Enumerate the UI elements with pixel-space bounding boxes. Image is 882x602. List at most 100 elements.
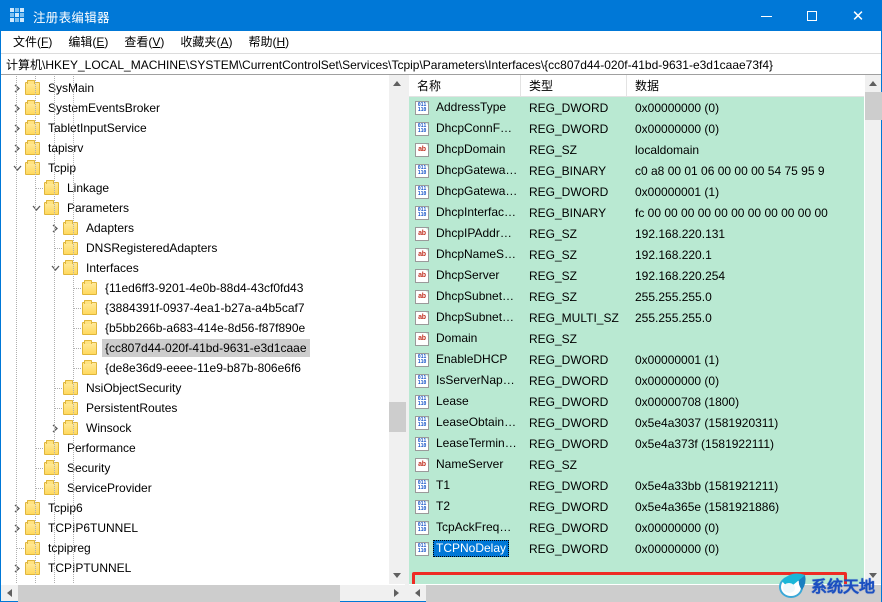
minimize-button[interactable] bbox=[743, 1, 789, 31]
tree-item[interactable]: Tcpip6 bbox=[1, 498, 388, 518]
value-name-label: DhcpDomain bbox=[433, 141, 508, 158]
tree-scroll-up-icon[interactable] bbox=[389, 75, 405, 92]
tree-guide-stub bbox=[74, 308, 82, 309]
value-row[interactable]: abDhcpSubnetM...REG_MULTI_SZ255.255.255.… bbox=[409, 307, 864, 328]
column-header-type[interactable]: 类型 bbox=[521, 75, 627, 96]
tree-item[interactable]: {cc807d44-020f-41bd-9631-e3d1caae bbox=[1, 338, 388, 358]
value-row[interactable]: 011110DhcpConnForc...REG_DWORD0x00000000… bbox=[409, 118, 864, 139]
value-row[interactable]: 011110AddressTypeREG_DWORD0x00000000 (0) bbox=[409, 97, 864, 118]
value-row[interactable]: 011110T1REG_DWORD0x5e4a33bb (1581921211) bbox=[409, 475, 864, 496]
chevron-right-icon[interactable] bbox=[47, 218, 63, 238]
list-scroll-up-icon[interactable] bbox=[865, 75, 881, 92]
value-type-cell: REG_DWORD bbox=[521, 416, 627, 430]
menu-item-file[interactable]: 文件(F) bbox=[5, 31, 60, 52]
tree-vertical-scrollbar[interactable] bbox=[388, 75, 405, 584]
tree-item[interactable]: TabletInputService bbox=[1, 118, 388, 138]
list-scroll-track[interactable] bbox=[865, 92, 881, 567]
value-row[interactable]: 011110LeaseObtained...REG_DWORD0x5e4a303… bbox=[409, 412, 864, 433]
value-row[interactable]: 011110DhcpGateway...REG_BINARYc0 a8 00 0… bbox=[409, 160, 864, 181]
registry-tree[interactable]: SysMainSystemEventsBrokerTabletInputServ… bbox=[1, 75, 388, 584]
tree-hscroll-track[interactable] bbox=[18, 585, 388, 601]
value-row[interactable]: abDhcpServerREG_SZ192.168.220.254 bbox=[409, 265, 864, 286]
tree-scroll-track[interactable] bbox=[389, 92, 405, 567]
tree-item[interactable]: SysMain bbox=[1, 78, 388, 98]
value-name-cell: abDhcpDomain bbox=[409, 141, 521, 158]
column-header-data[interactable]: 数据 bbox=[627, 75, 864, 96]
list-vertical-scrollbar[interactable] bbox=[864, 75, 881, 584]
value-row[interactable]: abDhcpSubnetM...REG_SZ255.255.255.0 bbox=[409, 286, 864, 307]
tree-item[interactable]: tapisrv bbox=[1, 138, 388, 158]
value-row[interactable]: 011110DhcpInterface...REG_BINARYfc 00 00… bbox=[409, 202, 864, 223]
tree-item[interactable]: tcpipreg bbox=[1, 538, 388, 558]
tree-item[interactable]: {de8e36d9-eeee-11e9-b87b-806e6f6 bbox=[1, 358, 388, 378]
chevron-down-icon[interactable] bbox=[47, 258, 63, 278]
value-pane: 名称 类型 数据 011110AddressTypeREG_DWORD0x000… bbox=[409, 75, 881, 601]
value-row[interactable]: abDomainREG_SZ bbox=[409, 328, 864, 349]
value-row[interactable]: abDhcpNameSer...REG_SZ192.168.220.1 bbox=[409, 244, 864, 265]
tree-scroll-thumb[interactable] bbox=[389, 402, 406, 432]
tree-item[interactable]: {11ed6ff3-9201-4e0b-88d4-43cf0fd43 bbox=[1, 278, 388, 298]
main-content: SysMainSystemEventsBrokerTabletInputServ… bbox=[1, 75, 881, 601]
chevron-right-icon[interactable] bbox=[9, 518, 25, 538]
tree-item[interactable]: Parameters bbox=[1, 198, 388, 218]
menu-bar: 文件(F) 编辑(E) 查看(V) 收藏夹(A) 帮助(H) bbox=[1, 31, 881, 53]
folder-icon bbox=[63, 242, 78, 255]
chevron-right-icon[interactable] bbox=[47, 418, 63, 438]
value-row[interactable]: 011110EnableDHCPREG_DWORD0x00000001 (1) bbox=[409, 349, 864, 370]
chevron-down-icon[interactable] bbox=[28, 198, 44, 218]
value-row[interactable]: 011110T2REG_DWORD0x5e4a365e (1581921886) bbox=[409, 496, 864, 517]
value-list[interactable]: 名称 类型 数据 011110AddressTypeREG_DWORD0x000… bbox=[409, 75, 864, 584]
binary-value-icon: 011110 bbox=[415, 185, 429, 199]
column-header-name[interactable]: 名称 bbox=[409, 75, 521, 96]
list-hscroll-left-icon[interactable] bbox=[409, 585, 426, 601]
tree-item[interactable]: {3884391f-0937-4ea1-b27a-a4b5caf7 bbox=[1, 298, 388, 318]
menu-item-help[interactable]: 帮助(H) bbox=[240, 31, 297, 52]
chevron-right-icon[interactable] bbox=[9, 558, 25, 578]
tree-hscroll-right-icon[interactable] bbox=[388, 585, 405, 601]
tree-item[interactable]: Adapters bbox=[1, 218, 388, 238]
value-row[interactable]: 011110IsServerNapA...REG_DWORD0x00000000… bbox=[409, 370, 864, 391]
tree-horizontal-scrollbar[interactable] bbox=[1, 584, 405, 601]
tree-item[interactable]: Security bbox=[1, 458, 388, 478]
string-value-icon: ab bbox=[415, 332, 429, 346]
tree-item[interactable]: Performance bbox=[1, 438, 388, 458]
tree-hscroll-thumb[interactable] bbox=[18, 585, 340, 602]
address-bar[interactable]: 计算机\HKEY_LOCAL_MACHINE\SYSTEM\CurrentCon… bbox=[1, 53, 881, 75]
tree-hscroll-left-icon[interactable] bbox=[1, 585, 18, 601]
menu-item-view[interactable]: 查看(V) bbox=[116, 31, 172, 52]
tree-item[interactable]: SystemEventsBroker bbox=[1, 98, 388, 118]
tree-item[interactable]: Linkage bbox=[1, 178, 388, 198]
tree-item[interactable]: TCPIP6TUNNEL bbox=[1, 518, 388, 538]
list-scroll-thumb[interactable] bbox=[865, 92, 882, 120]
tree-item[interactable]: ServiceProvider bbox=[1, 478, 388, 498]
chevron-right-icon[interactable] bbox=[9, 118, 25, 138]
menu-item-edit[interactable]: 编辑(E) bbox=[60, 31, 116, 52]
value-type-cell: REG_MULTI_SZ bbox=[521, 311, 627, 325]
string-value-icon: ab bbox=[415, 290, 429, 304]
tree-guide-stub bbox=[17, 548, 25, 549]
tree-item-label: {de8e36d9-eeee-11e9-b87b-806e6f6 bbox=[102, 359, 304, 377]
chevron-down-icon[interactable] bbox=[9, 158, 25, 178]
value-row[interactable]: 011110DhcpGateway...REG_DWORD0x00000001 … bbox=[409, 181, 864, 202]
value-row[interactable]: abDhcpIPAddressREG_SZ192.168.220.131 bbox=[409, 223, 864, 244]
tree-item[interactable]: Winsock bbox=[1, 418, 388, 438]
tree-scroll-down-icon[interactable] bbox=[389, 567, 405, 584]
chevron-right-icon[interactable] bbox=[9, 138, 25, 158]
tree-item[interactable]: Interfaces bbox=[1, 258, 388, 278]
tree-item[interactable]: TCPIPTUNNEL bbox=[1, 558, 388, 578]
value-row[interactable]: abNameServerREG_SZ bbox=[409, 454, 864, 475]
value-row[interactable]: 011110LeaseREG_DWORD0x00000708 (1800) bbox=[409, 391, 864, 412]
tree-item[interactable]: {b5bb266b-a683-414e-8d56-f87f890e bbox=[1, 318, 388, 338]
maximize-button[interactable] bbox=[789, 1, 835, 31]
chevron-right-icon[interactable] bbox=[9, 78, 25, 98]
close-button[interactable]: ✕ bbox=[835, 1, 881, 31]
value-row[interactable]: 011110LeaseTerminat...REG_DWORD0x5e4a373… bbox=[409, 433, 864, 454]
value-data-cell: fc 00 00 00 00 00 00 00 00 00 00 00 bbox=[627, 206, 864, 220]
value-row[interactable]: abDhcpDomainREG_SZlocaldomain bbox=[409, 139, 864, 160]
menu-item-favorites[interactable]: 收藏夹(A) bbox=[172, 31, 240, 52]
chevron-right-icon[interactable] bbox=[9, 98, 25, 118]
tree-item[interactable]: Tcpip bbox=[1, 158, 388, 178]
chevron-right-icon[interactable] bbox=[9, 498, 25, 518]
value-row[interactable]: 011110TcpAckFreque...REG_DWORD0x00000000… bbox=[409, 517, 864, 538]
value-row[interactable]: 011110TCPNoDelayREG_DWORD0x00000000 (0) bbox=[409, 538, 864, 559]
